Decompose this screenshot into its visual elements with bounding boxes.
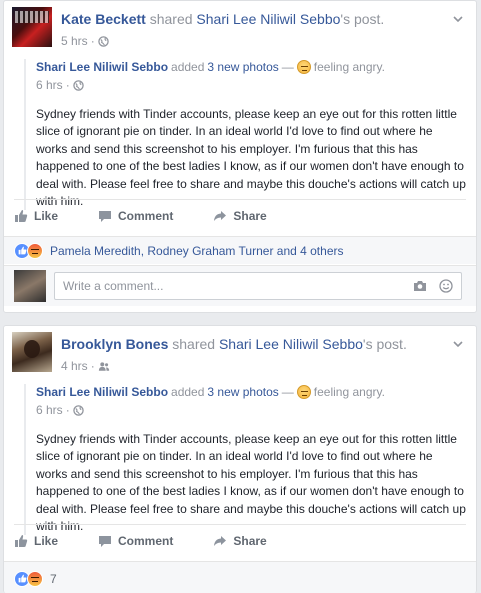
separator: · <box>65 403 70 417</box>
post-header: Kate Beckett shared Shari Lee Niliwil Se… <box>61 11 384 27</box>
action-text: added <box>171 60 205 74</box>
globe-icon <box>72 404 84 416</box>
reactions-bar[interactable]: Pamela Meredith, Rodney Graham Turner an… <box>4 236 476 264</box>
shared-post-meta: 6 hrs · <box>36 78 466 92</box>
angry-reaction-icon <box>27 570 43 587</box>
comment-icon <box>99 535 112 547</box>
shared-post: Shari Lee Niliwil Sebbo added 3 new phot… <box>24 59 466 211</box>
separator: · <box>90 34 95 48</box>
dash: — <box>281 385 294 399</box>
comment-label: Comment <box>118 533 174 548</box>
author-avatar[interactable] <box>12 332 52 372</box>
chevron-down-icon[interactable] <box>452 338 464 350</box>
camera-icon[interactable] <box>413 279 427 293</box>
separator: · <box>90 359 95 373</box>
reactions-bar[interactable]: 7 <box>4 561 476 593</box>
timestamp-link[interactable]: 4 hrs <box>61 359 88 373</box>
feeling-text: feeling angry. <box>313 385 385 399</box>
action-text: added <box>171 385 205 399</box>
friends-icon <box>98 361 109 371</box>
reaction-icons <box>14 242 43 259</box>
post-meta: 5 hrs · <box>61 34 109 48</box>
feeling-text: feeling angry. <box>313 60 385 74</box>
reaction-icons <box>14 570 43 587</box>
photos-link[interactable]: 3 new photos <box>207 59 278 75</box>
author-name-link[interactable]: Kate Beckett <box>61 11 146 27</box>
share-label: Share <box>233 208 267 223</box>
author-avatar[interactable] <box>12 7 52 47</box>
shared-author-link[interactable]: Shari Lee Niliwil Sebbo <box>219 336 363 352</box>
post-card-2: Brooklyn Bones shared Shari Lee Niliwil … <box>3 325 477 593</box>
globe-icon <box>97 35 109 47</box>
post-header: Brooklyn Bones shared Shari Lee Niliwil … <box>61 336 407 352</box>
post-body-text: Sydney friends with Tinder accounts, ple… <box>36 432 466 534</box>
shared-suffix: 's post. <box>340 11 385 27</box>
share-button[interactable]: Share <box>213 533 267 548</box>
comment-input[interactable]: Write a comment... <box>54 272 462 300</box>
viewer-avatar <box>14 270 46 302</box>
comment-composer: Write a comment... <box>4 265 476 306</box>
shared-post-header: Shari Lee Niliwil Sebbo added 3 new phot… <box>36 59 466 75</box>
dash: — <box>281 60 294 74</box>
share-label: Share <box>233 533 267 548</box>
post-actions-bar: Like Comment Share <box>14 199 466 231</box>
shared-author-link[interactable]: Shari Lee Niliwil Sebbo <box>196 11 340 27</box>
comment-placeholder: Write a comment... <box>63 279 164 293</box>
author-name-link[interactable]: Brooklyn Bones <box>61 336 168 352</box>
comment-label: Comment <box>118 208 174 223</box>
angry-emoji-icon <box>296 385 311 399</box>
action-text: shared <box>145 11 197 27</box>
post-meta: 4 hrs · <box>61 359 110 373</box>
chevron-down-icon[interactable] <box>452 13 464 25</box>
original-author-link[interactable]: Shari Lee Niliwil Sebbo <box>36 384 168 400</box>
shared-timestamp-link[interactable]: 6 hrs <box>36 78 63 92</box>
shared-post-header: Shari Lee Niliwil Sebbo added 3 new phot… <box>36 384 466 400</box>
post-actions-bar: Like Comment Share <box>14 524 466 556</box>
globe-icon <box>72 79 84 91</box>
reactions-count[interactable]: 7 <box>50 572 57 586</box>
shared-timestamp-link[interactable]: 6 hrs <box>36 403 63 417</box>
comment-button[interactable]: Comment <box>98 534 173 548</box>
like-button[interactable]: Like <box>14 209 58 223</box>
share-arrow-icon <box>214 210 227 221</box>
like-label: Like <box>34 208 59 223</box>
thumbs-up-icon <box>15 209 28 222</box>
emoji-icon[interactable] <box>439 279 453 293</box>
post-body-text: Sydney friends with Tinder accounts, ple… <box>36 107 466 209</box>
like-label: Like <box>34 533 59 548</box>
photos-link[interactable]: 3 new photos <box>207 384 278 400</box>
angry-emoji-icon <box>296 60 311 74</box>
post-card-1: Kate Beckett shared Shari Lee Niliwil Se… <box>3 0 477 313</box>
shared-post: Shari Lee Niliwil Sebbo added 3 new phot… <box>24 384 466 536</box>
angry-reaction-icon <box>27 242 43 259</box>
comment-button[interactable]: Comment <box>98 209 173 223</box>
shared-suffix: 's post. <box>362 336 407 352</box>
like-button[interactable]: Like <box>14 534 58 548</box>
comment-icon <box>99 210 112 222</box>
reactors-text[interactable]: Pamela Meredith, Rodney Graham Turner an… <box>50 244 343 258</box>
original-author-link[interactable]: Shari Lee Niliwil Sebbo <box>36 59 168 75</box>
share-arrow-icon <box>214 535 227 546</box>
share-button[interactable]: Share <box>213 208 267 223</box>
separator: · <box>65 78 70 92</box>
thumbs-up-icon <box>15 534 28 547</box>
timestamp-link[interactable]: 5 hrs <box>61 34 88 48</box>
action-text: shared <box>168 336 219 352</box>
shared-post-meta: 6 hrs · <box>36 403 466 417</box>
